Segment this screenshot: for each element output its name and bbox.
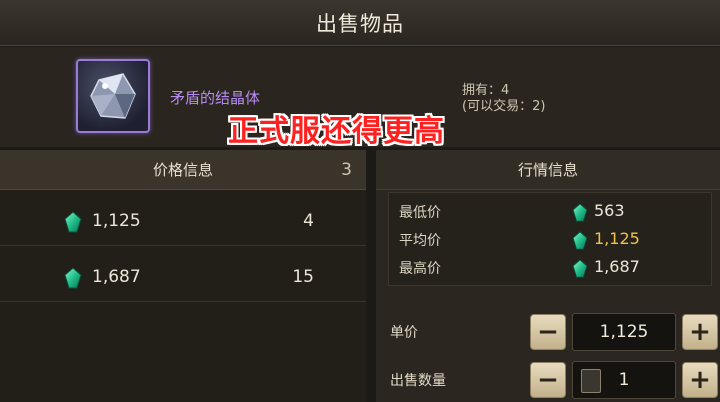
quantity-input[interactable]: 1 (572, 361, 676, 399)
stat-value: 563 (594, 201, 625, 220)
stat-label: 最高价 (399, 261, 441, 277)
price-row[interactable]: 1,125 4 (0, 196, 366, 246)
price-info-count: 3 (341, 159, 352, 180)
gem-currency-icon (572, 231, 588, 250)
stat-average: 平均价 1,125 (389, 225, 713, 253)
unit-price-label: 单价 (390, 325, 418, 341)
price-info-title: 价格信息 (152, 161, 213, 179)
gem-currency-icon (64, 211, 82, 233)
crystal-icon (90, 73, 136, 119)
price-row[interactable]: 1,687 15 (0, 252, 366, 302)
gem-currency-icon (572, 259, 588, 278)
page-title: 出售物品 (316, 11, 404, 36)
gem-currency-icon (64, 267, 82, 289)
price-info-header: 价格信息 3 (0, 150, 366, 190)
quantity-row: 出售数量 − 1 + (376, 360, 720, 400)
item-slot[interactable] (76, 59, 150, 133)
calculator-icon[interactable] (581, 369, 601, 393)
gem-currency-icon (572, 203, 588, 222)
stat-value: 1,687 (594, 257, 640, 276)
listing-quantity: 4 (303, 211, 314, 231)
market-info-panel: 行情信息 最低价 563 平均价 1,125 最高价 1,687 单价 − 1, (376, 150, 720, 402)
stat-value: 1,125 (594, 229, 640, 248)
title-bar: 出售物品 (0, 0, 720, 46)
unit-price-decrease-button[interactable]: − (530, 314, 566, 350)
tradable-count: (可以交易：2) (462, 99, 546, 114)
unit-price-row: 单价 − 1,125 + (376, 312, 720, 352)
stat-label: 平均价 (399, 233, 441, 249)
stat-highest: 最高价 1,687 (389, 253, 713, 281)
overlay-caption: 正式服还得更高 (228, 114, 445, 149)
market-info-title: 行情信息 (517, 161, 578, 179)
unit-price-increase-button[interactable]: + (682, 314, 718, 350)
market-info-header: 行情信息 (376, 150, 720, 190)
quantity-increase-button[interactable]: + (682, 362, 718, 398)
unit-price-input[interactable]: 1,125 (572, 313, 676, 351)
listing-quantity: 15 (292, 267, 314, 287)
stat-lowest: 最低价 563 (389, 197, 713, 225)
stat-label: 最低价 (399, 205, 441, 221)
listing-price: 1,125 (92, 211, 141, 231)
quantity-label: 出售数量 (390, 373, 446, 389)
item-name: 矛盾的结晶体 (170, 89, 261, 107)
quantity-decrease-button[interactable]: − (530, 362, 566, 398)
quantity-value: 1 (618, 370, 630, 390)
listing-price: 1,687 (92, 267, 141, 287)
market-stats: 最低价 563 平均价 1,125 最高价 1,687 (388, 192, 712, 286)
price-info-panel: 价格信息 3 1,125 4 1,687 15 (0, 150, 366, 402)
